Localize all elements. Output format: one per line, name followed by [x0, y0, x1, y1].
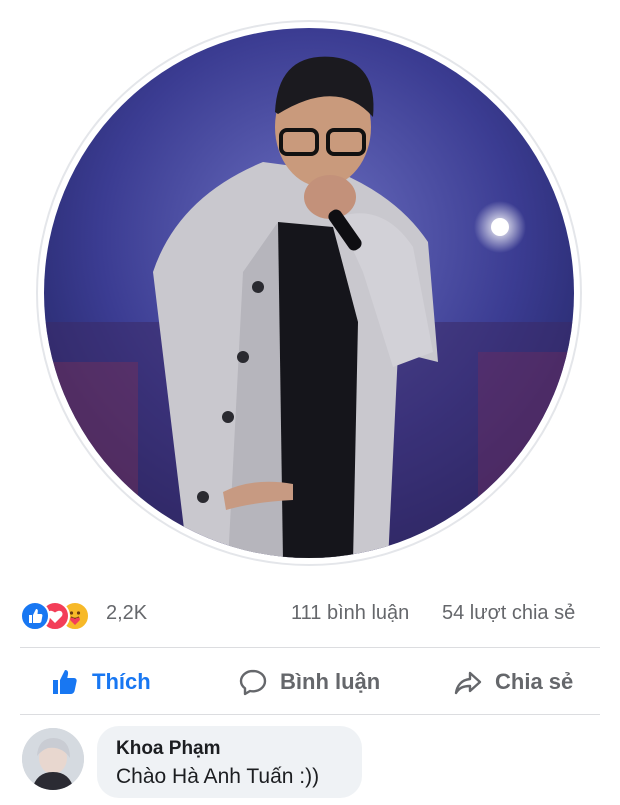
comment-bubble-icon: [238, 667, 268, 697]
divider: [20, 647, 600, 648]
like-label: Thích: [92, 669, 151, 694]
share-label: Chia sẻ: [495, 669, 574, 694]
share-count[interactable]: 54 lượt chia sẻ: [442, 602, 575, 625]
comment-label: Bình luận: [280, 669, 381, 694]
post-actions: Thích Bình luận Chia sẻ: [0, 650, 620, 714]
reaction-count[interactable]: 2,2K: [106, 602, 147, 625]
concert-photo: [44, 28, 574, 558]
reaction-stats: 2,2K 111 bình luận 54 lượt chia sẻ: [0, 594, 620, 636]
thumbs-up-icon: [50, 667, 80, 697]
share-arrow-icon: [453, 667, 483, 697]
like-reaction-icon: [20, 601, 50, 631]
comment-text: Chào Hà Anh Tuấn :)): [116, 765, 320, 788]
comment-item: Khoa Phạm Chào Hà Anh Tuấn :)): [0, 722, 620, 805]
comment-button[interactable]: Bình luận: [238, 650, 380, 714]
comment-bubble: Khoa Phạm Chào Hà Anh Tuấn :)): [97, 726, 362, 798]
share-button[interactable]: Chia sẻ: [453, 650, 573, 714]
commenter-avatar[interactable]: [22, 728, 84, 790]
reaction-icons[interactable]: [20, 601, 104, 631]
like-button[interactable]: Thích: [50, 650, 151, 714]
divider: [20, 714, 600, 715]
comment-count[interactable]: 111 bình luận: [291, 602, 409, 625]
comment-author[interactable]: Khoa Phạm: [116, 738, 221, 760]
profile-photo[interactable]: [38, 22, 580, 564]
